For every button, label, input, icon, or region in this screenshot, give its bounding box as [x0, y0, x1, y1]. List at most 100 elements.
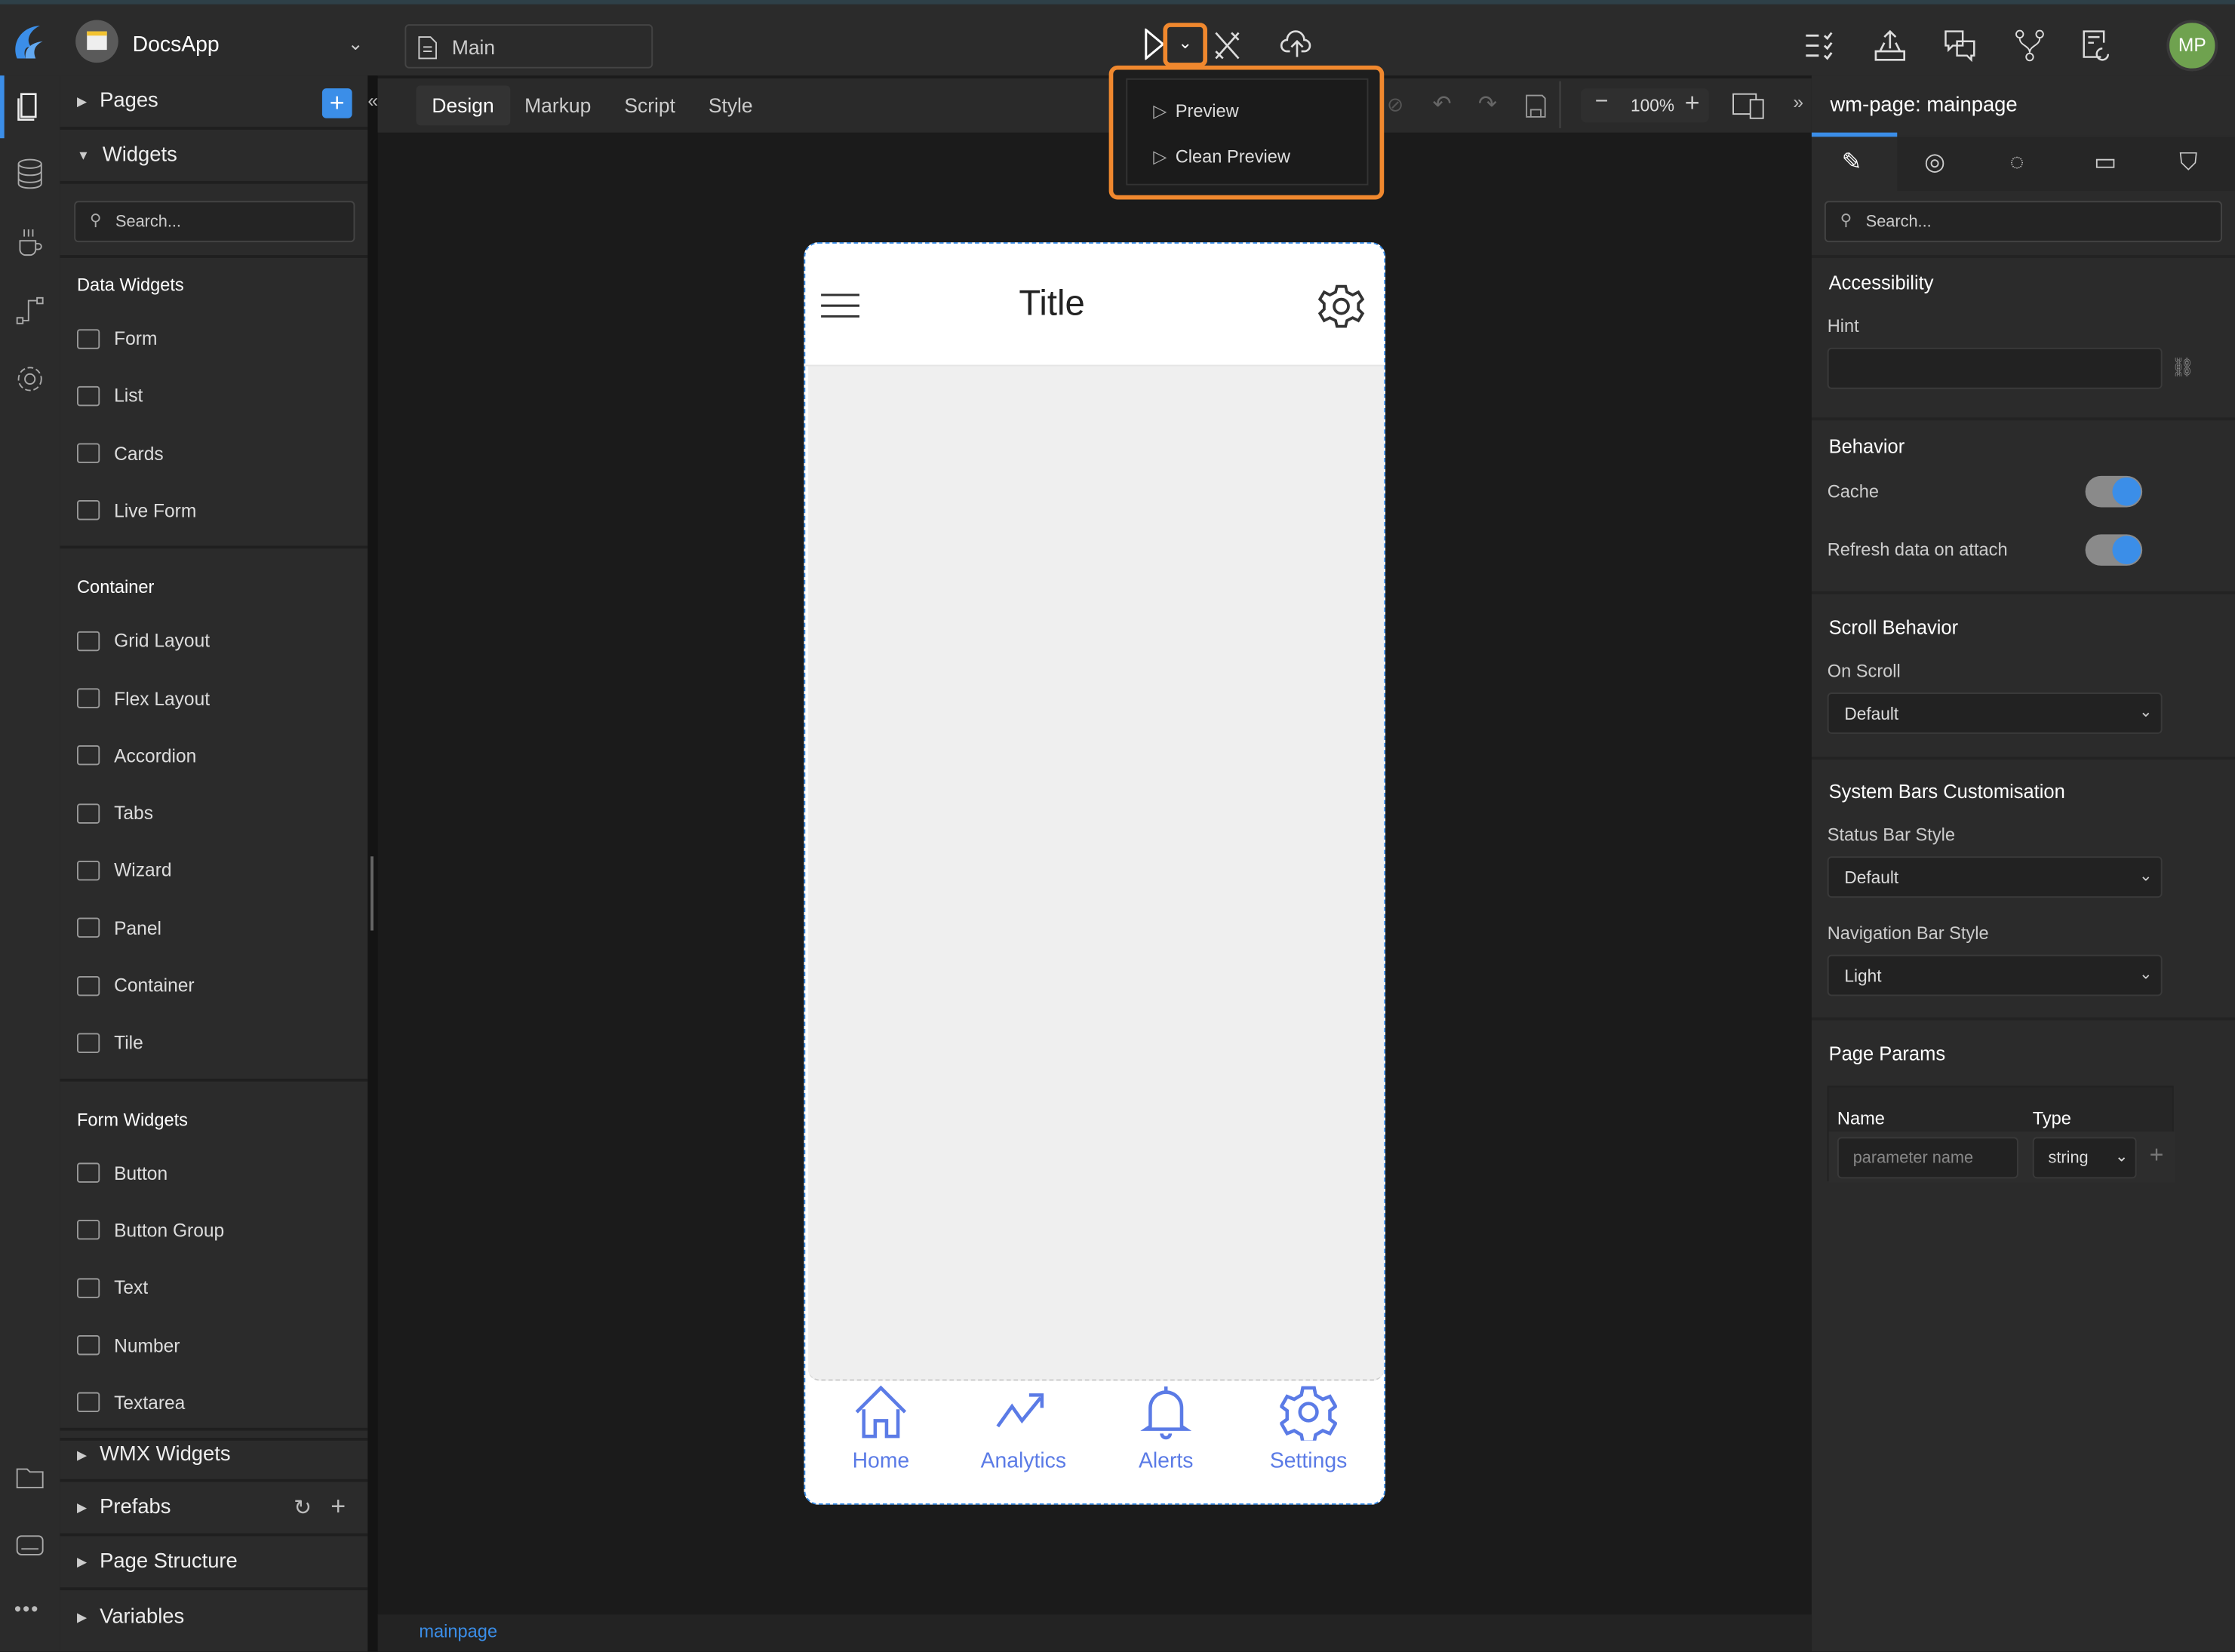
widget-item-list[interactable]: List: [77, 385, 143, 407]
device-preview-icon[interactable]: [1732, 91, 1766, 120]
nav-bar-style-select[interactable]: Light ⌄: [1827, 954, 2163, 996]
widget-label: Textarea: [114, 1392, 186, 1414]
bind-link-icon[interactable]: ⛓: [2171, 356, 2194, 379]
tab-style[interactable]: Style: [693, 85, 768, 125]
search-placeholder: Search...: [1865, 213, 1932, 232]
cache-toggle[interactable]: [2085, 475, 2143, 508]
checklist-icon[interactable]: [1804, 32, 1836, 60]
widget-label: Container: [114, 975, 195, 996]
param-type-select[interactable]: string ⌄: [2032, 1137, 2137, 1179]
user-avatar[interactable]: MP: [2166, 20, 2218, 72]
logs-icon[interactable]: [14, 1529, 46, 1561]
zoom-in-button[interactable]: +: [1685, 88, 1700, 118]
widget-item-accordion[interactable]: Accordion: [77, 745, 196, 766]
widgets-section-header[interactable]: ▼ Widgets: [60, 130, 368, 184]
document-refresh-icon[interactable]: [2081, 29, 2113, 63]
widget-item-wizard[interactable]: Wizard: [77, 860, 172, 881]
widget-item-cards[interactable]: Cards: [77, 443, 164, 464]
widget-item-panel[interactable]: Panel: [77, 917, 161, 938]
add-prefab-icon[interactable]: +: [330, 1492, 346, 1522]
localization-icon[interactable]: [1943, 29, 1977, 63]
api-flow-icon[interactable]: [14, 295, 46, 327]
security-tab-icon[interactable]: ⛉: [2179, 148, 2197, 177]
group-title: Form Widgets: [77, 1109, 188, 1130]
param-name-input[interactable]: parameter name: [1837, 1137, 2018, 1179]
tab-script[interactable]: Script: [609, 85, 691, 125]
group-title: Container: [77, 577, 155, 597]
widget-item-flex-layout[interactable]: Flex Layout: [77, 687, 210, 709]
section-variables[interactable]: ▶ Variables: [60, 1590, 367, 1644]
expand-right-panel-icon[interactable]: »: [1793, 91, 1803, 112]
undo-icon[interactable]: ↶: [1432, 90, 1451, 118]
group-title: Data Widgets: [77, 275, 184, 296]
nav-settings[interactable]: Settings: [1237, 1383, 1380, 1473]
play-icon: ▷: [1153, 101, 1167, 121]
pages-icon[interactable]: [14, 90, 46, 121]
status-bar-style-select[interactable]: Default ⌄: [1827, 856, 2163, 898]
panel-splitter[interactable]: [367, 75, 378, 1652]
widget-item-container[interactable]: Container: [77, 975, 195, 996]
menu-item-preview[interactable]: ▷ Preview: [1153, 100, 1239, 121]
select-value: Default: [1844, 704, 1899, 724]
widget-item-form[interactable]: Form: [77, 327, 157, 349]
property-search-input[interactable]: ⚲ Search...: [1824, 201, 2222, 243]
git-branch-icon[interactable]: [2012, 29, 2046, 63]
run-play-icon[interactable]: [1145, 28, 1165, 60]
nav-home[interactable]: Home: [810, 1383, 952, 1473]
section-wmx-widgets[interactable]: ▶ WMX Widgets: [60, 1427, 368, 1482]
nav-alerts[interactable]: Alerts: [1095, 1383, 1237, 1473]
hide-icon[interactable]: ⊘: [1387, 93, 1403, 117]
add-page-button[interactable]: +: [321, 88, 352, 118]
database-icon[interactable]: [14, 158, 46, 190]
widget-item-text[interactable]: Text: [77, 1277, 148, 1298]
more-icon[interactable]: •••: [14, 1598, 39, 1620]
widget-label: Tabs: [114, 802, 154, 824]
java-services-icon[interactable]: [14, 226, 46, 258]
tab-design[interactable]: Design: [416, 85, 510, 126]
deploy-icon[interactable]: [1873, 29, 1907, 63]
app-dropdown-chevron-icon[interactable]: ⌄: [348, 32, 364, 55]
widget-item-button-group[interactable]: Button Group: [77, 1220, 224, 1241]
page-content[interactable]: [808, 366, 1385, 1381]
page-icon: [418, 36, 437, 60]
save-icon[interactable]: [1525, 94, 1546, 118]
page-selector[interactable]: Main: [404, 24, 653, 69]
pages-section-header[interactable]: ▶ Pages +: [60, 75, 368, 130]
breadcrumb-mainpage[interactable]: mainpage: [419, 1622, 497, 1641]
menu-item-clean-preview[interactable]: ▷ Clean Preview: [1153, 146, 1290, 167]
redo-icon[interactable]: ↷: [1478, 90, 1497, 118]
refresh-icon[interactable]: ↻: [294, 1495, 312, 1520]
section-behavior: Behavior: [1828, 436, 1905, 458]
on-scroll-select[interactable]: Default ⌄: [1827, 692, 2163, 734]
widget-item-textarea[interactable]: Textarea: [77, 1392, 186, 1414]
zoom-out-button[interactable]: −: [1595, 90, 1609, 115]
bell-icon: [1140, 1386, 1192, 1440]
widget-item-tile[interactable]: Tile: [77, 1032, 143, 1054]
section-prefabs[interactable]: ▶ Prefabs ↻ +: [60, 1482, 368, 1537]
widget-item-number[interactable]: Number: [77, 1334, 180, 1356]
properties-tab-icon[interactable]: ✎: [1842, 148, 1862, 177]
styles-palette-tab-icon[interactable]: ◎: [1924, 148, 1945, 177]
section-page-structure[interactable]: ▶ Page Structure: [60, 1536, 368, 1591]
widget-search-input[interactable]: ⚲ Search...: [74, 201, 355, 243]
settings-gear-icon[interactable]: [14, 364, 46, 395]
preview-dropdown-toggle[interactable]: ⌄: [1163, 23, 1207, 67]
refresh-toggle[interactable]: [2085, 534, 2143, 566]
widget-item-button[interactable]: Button: [77, 1162, 168, 1184]
header-settings-icon[interactable]: [1317, 282, 1365, 330]
widget-item-grid-layout[interactable]: Grid Layout: [77, 630, 210, 652]
device-tab-icon[interactable]: ▭: [2094, 148, 2117, 177]
widget-item-live-form[interactable]: Live Form: [77, 500, 196, 521]
events-tab-icon[interactable]: ◌: [2009, 148, 2024, 177]
cloud-upload-icon[interactable]: [1280, 29, 1314, 60]
folder-icon[interactable]: [14, 1462, 46, 1494]
tab-markup[interactable]: Markup: [509, 85, 607, 125]
wavemaker-logo-icon[interactable]: [11, 21, 51, 64]
add-param-icon[interactable]: +: [2150, 1141, 2164, 1170]
widget-item-tabs[interactable]: Tabs: [77, 803, 153, 824]
hint-input[interactable]: [1827, 347, 2163, 389]
widget-label: Button Group: [114, 1219, 225, 1242]
app-name[interactable]: DocsApp: [133, 32, 220, 57]
build-tools-icon[interactable]: [1212, 29, 1244, 63]
nav-analytics[interactable]: Analytics: [952, 1383, 1095, 1473]
